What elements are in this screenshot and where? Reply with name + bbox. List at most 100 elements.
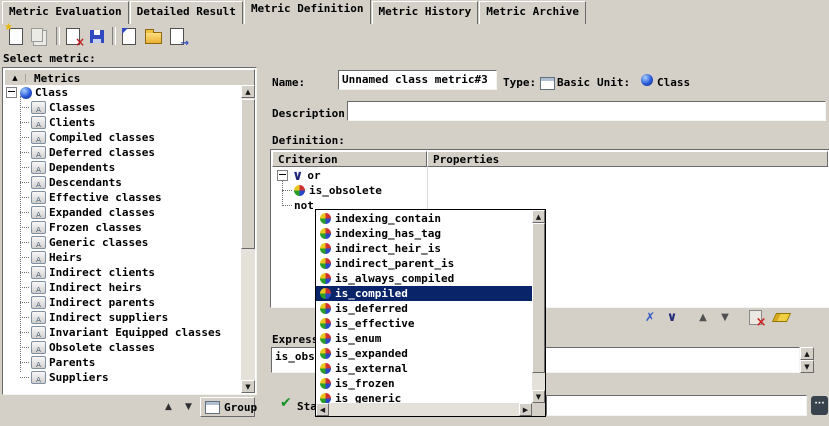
dropdown-item-label: indexing_contain [335, 212, 441, 225]
tree-item-label: Descendants [49, 176, 122, 189]
tree-item[interactable]: Heirs [4, 250, 241, 265]
tree-scrollbar[interactable]: ▲ ▼ [241, 85, 255, 393]
tab-metric-evaluation[interactable]: Metric Evaluation [2, 1, 129, 24]
tree-item-class[interactable]: Class [4, 85, 241, 100]
dropdown-item[interactable]: is_always_compiled [316, 271, 532, 286]
criterion-move-down-button[interactable]: ▼ [716, 308, 734, 326]
group-button[interactable]: Group [200, 397, 255, 417]
tree-item[interactable]: Dependents [4, 160, 241, 175]
column-properties[interactable]: Properties [427, 151, 828, 167]
metric-move-down-button[interactable]: ▼ [180, 399, 197, 415]
dropdown-item[interactable]: indirect_heir_is [316, 241, 532, 256]
dropdown-item[interactable]: is_effective [316, 316, 532, 331]
unit-label: Unit: [597, 76, 630, 89]
new-file-button[interactable] [118, 25, 140, 47]
save-metric-button[interactable] [86, 25, 108, 47]
remove-criterion-button[interactable]: × [746, 308, 764, 326]
dropdown-item-label: indexing_has_tag [335, 227, 441, 240]
tree-item[interactable]: Generic classes [4, 235, 241, 250]
class-unit-icon [641, 74, 653, 86]
tab-metric-history[interactable]: Metric History [372, 1, 479, 24]
comment-icon[interactable]: ··· [811, 396, 828, 415]
tree-item[interactable]: Indirect suppliers [4, 310, 241, 325]
tree-item-label: Indirect heirs [49, 281, 142, 294]
metric-move-up-button[interactable]: ▲ [160, 399, 177, 415]
criterion-row-not[interactable]: not [272, 198, 314, 213]
tree-item[interactable]: Expanded classes [4, 205, 241, 220]
dropdown-item[interactable]: is_external [316, 361, 532, 376]
column-criterion[interactable]: Criterion [272, 151, 427, 167]
metric-icon [31, 341, 46, 354]
scroll-down-icon[interactable]: ▼ [532, 390, 545, 403]
description-input[interactable] [347, 101, 826, 121]
status-field[interactable] [546, 395, 807, 416]
tab-detailed-result[interactable]: Detailed Result [130, 1, 243, 24]
tree-item[interactable]: Deferred classes [4, 145, 241, 160]
tab-metric-definition[interactable]: Metric Definition [244, 0, 371, 24]
collapse-icon[interactable] [277, 170, 288, 181]
tree-item[interactable]: Indirect heirs [4, 280, 241, 295]
dropdown-item[interactable]: indexing_has_tag [316, 226, 532, 241]
tab-metric-archive[interactable]: Metric Archive [479, 1, 586, 24]
copy-metric-button[interactable] [29, 25, 51, 47]
up-arrow-icon: ▲ [699, 312, 707, 323]
dropdown-item[interactable]: indexing_contain [316, 211, 532, 226]
scroll-left-icon[interactable]: ◀ [316, 403, 329, 416]
tree-item[interactable]: Suppliers [4, 370, 241, 385]
definition-label: Definition: [272, 134, 345, 147]
name-input[interactable]: Unnamed class metric#3 [338, 70, 497, 90]
expression-scroll-down-button[interactable]: ▼ [800, 360, 814, 373]
criterion-icon [320, 348, 331, 359]
scroll-down-icon[interactable]: ▼ [241, 380, 255, 393]
new-metric-button[interactable]: ★ [5, 25, 27, 47]
tree-item[interactable]: Indirect clients [4, 265, 241, 280]
expression-scroll-up-button[interactable]: ▲ [800, 347, 814, 360]
tree-item[interactable]: Frozen classes [4, 220, 241, 235]
criterion-row-or[interactable]: ∨ or [272, 168, 321, 183]
and-operator-icon: ✗ [645, 310, 655, 324]
tree-item-label: Dependents [49, 161, 115, 174]
tree-item[interactable]: Obsolete classes [4, 340, 241, 355]
dropdown-item[interactable]: is_deferred [316, 301, 532, 316]
delete-metric-button[interactable]: × [62, 25, 84, 47]
scrollbar-corner [532, 403, 545, 416]
scroll-thumb[interactable] [532, 223, 545, 373]
tree-item[interactable]: Classes [4, 100, 241, 115]
clear-criteria-button[interactable] [772, 308, 790, 326]
unit-value: Class [657, 76, 690, 89]
dropdown-item-selected[interactable]: is_compiled [316, 286, 532, 301]
metric-icon [31, 221, 46, 234]
criterion-move-up-button[interactable]: ▲ [694, 308, 712, 326]
collapse-icon[interactable] [6, 87, 17, 98]
or-criterion-button[interactable]: ∨ [663, 308, 681, 326]
type-value: Basic [557, 76, 590, 89]
and-criterion-button[interactable]: ✗ [641, 308, 659, 326]
dropdown-item[interactable]: is_enum [316, 331, 532, 346]
criterion-icon [320, 243, 331, 254]
metric-icon [31, 326, 46, 339]
scroll-thumb[interactable] [241, 99, 255, 249]
tree-item[interactable]: Clients [4, 115, 241, 130]
dropdown-vscrollbar[interactable]: ▲ ▼ [532, 210, 545, 403]
metric-icon [31, 356, 46, 369]
tree-item[interactable]: Invariant Equipped classes [4, 325, 241, 340]
scroll-right-icon[interactable]: ▶ [519, 403, 532, 416]
tree-item-label: Invariant Equipped classes [49, 326, 221, 339]
tree-item[interactable]: Effective classes [4, 190, 241, 205]
export-metric-button[interactable]: → [166, 25, 188, 47]
open-folder-button[interactable] [142, 25, 164, 47]
tree-item-label: Classes [49, 101, 95, 114]
tree-item-label: Indirect parents [49, 296, 155, 309]
tree-item[interactable]: Compiled classes [4, 130, 241, 145]
dropdown-item[interactable]: is_expanded [316, 346, 532, 361]
dropdown-item[interactable]: is_frozen [316, 376, 532, 391]
scroll-up-icon[interactable]: ▲ [241, 85, 255, 98]
tree-item[interactable]: Indirect parents [4, 295, 241, 310]
tree-item[interactable]: Parents [4, 355, 241, 370]
criterion-row-is-obsolete[interactable]: is_obsolete [272, 183, 382, 198]
tree-item[interactable]: Descendants [4, 175, 241, 190]
dropdown-item[interactable]: indirect_parent_is [316, 256, 532, 271]
criterion-icon [320, 333, 331, 344]
scroll-up-icon[interactable]: ▲ [532, 210, 545, 223]
dropdown-hscrollbar[interactable]: ◀ ▶ [316, 403, 532, 416]
